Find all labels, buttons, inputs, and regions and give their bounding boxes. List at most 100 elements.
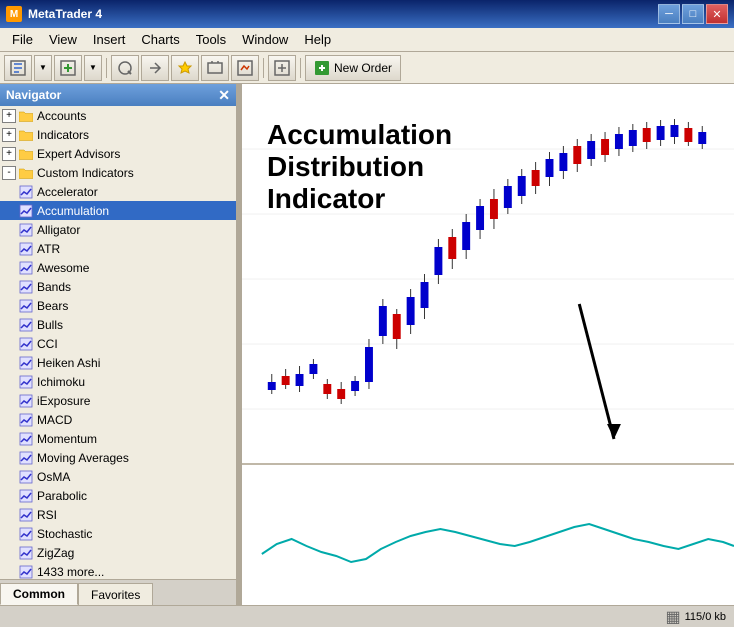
nav-label-awesome: Awesome xyxy=(37,261,89,275)
nav-label-alligator: Alligator xyxy=(37,223,80,237)
expand-custom-indicators[interactable]: - xyxy=(2,166,16,180)
indicator-icon-accelerator xyxy=(18,184,34,200)
nav-item-moving-averages[interactable]: Moving Averages xyxy=(0,448,236,467)
new-order-button[interactable]: New Order xyxy=(305,55,401,81)
chart-area[interactable]: Accumulation Distribution Indicator xyxy=(242,84,734,605)
indicator-icon-cci xyxy=(18,336,34,352)
title-bar-left: M MetaTrader 4 xyxy=(6,6,102,22)
toolbar-btn-5[interactable] xyxy=(171,55,199,81)
toolbar-btn-2-dropdown[interactable]: ▼ xyxy=(84,55,102,81)
navigator-list: + Accounts + Indicators + xyxy=(0,106,236,579)
toolbar-separator-1 xyxy=(106,58,107,78)
main-content: Navigator ✕ + Accounts + xyxy=(0,84,734,605)
menu-file[interactable]: File xyxy=(4,30,41,49)
nav-label-ichimoku: Ichimoku xyxy=(37,375,85,389)
indicator-icon-alligator xyxy=(18,222,34,238)
nav-item-more[interactable]: 1433 more... xyxy=(0,562,236,579)
toolbar-btn-7[interactable] xyxy=(231,55,259,81)
indicator-icon-iexposure xyxy=(18,393,34,409)
status-bar: ▦ 115/0 kb xyxy=(0,605,734,627)
indicator-icon-bears xyxy=(18,298,34,314)
indicator-icon-momentum xyxy=(18,431,34,447)
maximize-button[interactable]: □ xyxy=(682,4,704,24)
indicator-icon-more xyxy=(18,564,34,580)
nav-item-atr[interactable]: ATR xyxy=(0,239,236,258)
close-button[interactable]: ✕ xyxy=(706,4,728,24)
toolbar-btn-1[interactable] xyxy=(4,55,32,81)
toolbar-btn-2[interactable] xyxy=(54,55,82,81)
toolbar-btn-8[interactable] xyxy=(268,55,296,81)
grid-icon: ▦ xyxy=(665,607,680,627)
nav-item-custom-indicators[interactable]: - Custom Indicators xyxy=(0,163,236,182)
navigator-close[interactable]: ✕ xyxy=(218,87,230,104)
nav-label-parabolic: Parabolic xyxy=(37,489,87,503)
toolbar-btn-1-dropdown[interactable]: ▼ xyxy=(34,55,52,81)
indicator-icon-accumulation xyxy=(18,203,34,219)
nav-item-expert-advisors[interactable]: + Expert Advisors xyxy=(0,144,236,163)
nav-item-alligator[interactable]: Alligator xyxy=(0,220,236,239)
app-icon: M xyxy=(6,6,22,22)
nav-item-rsi[interactable]: RSI xyxy=(0,505,236,524)
expand-indicators[interactable]: + xyxy=(2,128,16,142)
nav-item-bands[interactable]: Bands xyxy=(0,277,236,296)
indicator-icon-rsi xyxy=(18,507,34,523)
indicator-icon-bands xyxy=(18,279,34,295)
tab-favorites[interactable]: Favorites xyxy=(78,583,153,605)
menu-view[interactable]: View xyxy=(41,30,85,49)
indicator-icon-bulls xyxy=(18,317,34,333)
menu-charts[interactable]: Charts xyxy=(133,30,187,49)
nav-item-osma[interactable]: OsMA xyxy=(0,467,236,486)
indicator-icon-heiken-ashi xyxy=(18,355,34,371)
menu-window[interactable]: Window xyxy=(234,30,296,49)
indicator-icon-atr xyxy=(18,241,34,257)
tab-favorites-label: Favorites xyxy=(91,588,140,602)
nav-item-ichimoku[interactable]: Ichimoku xyxy=(0,372,236,391)
nav-item-awesome[interactable]: Awesome xyxy=(0,258,236,277)
indicator-icon-parabolic xyxy=(18,488,34,504)
tab-common[interactable]: Common xyxy=(0,583,78,605)
nav-item-stochastic[interactable]: Stochastic xyxy=(0,524,236,543)
nav-item-macd[interactable]: MACD xyxy=(0,410,236,429)
nav-label-iexposure: iExposure xyxy=(37,394,90,408)
nav-label-momentum: Momentum xyxy=(37,432,97,446)
nav-item-accumulation[interactable]: Accumulation xyxy=(0,201,236,220)
nav-item-cci[interactable]: CCI xyxy=(0,334,236,353)
nav-item-bears[interactable]: Bears xyxy=(0,296,236,315)
nav-label-indicators: Indicators xyxy=(37,128,89,142)
folder-icon-indicators xyxy=(18,127,34,143)
nav-label-zigzag: ZigZag xyxy=(37,546,74,560)
toolbar-btn-4[interactable] xyxy=(141,55,169,81)
title-bar: M MetaTrader 4 ─ □ ✕ xyxy=(0,0,734,28)
indicator-icon-ichimoku xyxy=(18,374,34,390)
expand-accounts[interactable]: + xyxy=(2,109,16,123)
nav-item-heiken-ashi[interactable]: Heiken Ashi xyxy=(0,353,236,372)
nav-label-bears: Bears xyxy=(37,299,68,313)
menu-tools[interactable]: Tools xyxy=(188,30,234,49)
expand-expert-advisors[interactable]: + xyxy=(2,147,16,161)
nav-label-expert-advisors: Expert Advisors xyxy=(37,147,120,161)
nav-label-atr: ATR xyxy=(37,242,60,256)
nav-item-parabolic[interactable]: Parabolic xyxy=(0,486,236,505)
nav-label-accounts: Accounts xyxy=(37,109,86,123)
menu-insert[interactable]: Insert xyxy=(85,30,134,49)
navigator-title: Navigator xyxy=(6,88,61,102)
nav-label-macd: MACD xyxy=(37,413,72,427)
nav-item-zigzag[interactable]: ZigZag xyxy=(0,543,236,562)
toolbar-btn-6[interactable] xyxy=(201,55,229,81)
nav-label-accelerator: Accelerator xyxy=(37,185,98,199)
nav-item-bulls[interactable]: Bulls xyxy=(0,315,236,334)
navigator-tabs: Common Favorites xyxy=(0,579,236,605)
tab-common-label: Common xyxy=(13,587,65,601)
new-order-label: New Order xyxy=(334,61,392,75)
nav-label-more: 1433 more... xyxy=(37,565,104,579)
toolbar-btn-3[interactable] xyxy=(111,55,139,81)
indicator-icon-osma xyxy=(18,469,34,485)
nav-item-accounts[interactable]: + Accounts xyxy=(0,106,236,125)
minimize-button[interactable]: ─ xyxy=(658,4,680,24)
nav-item-iexposure[interactable]: iExposure xyxy=(0,391,236,410)
nav-item-momentum[interactable]: Momentum xyxy=(0,429,236,448)
nav-item-indicators[interactable]: + Indicators xyxy=(0,125,236,144)
nav-item-accelerator[interactable]: Accelerator xyxy=(0,182,236,201)
menu-help[interactable]: Help xyxy=(296,30,339,49)
nav-label-stochastic: Stochastic xyxy=(37,527,92,541)
